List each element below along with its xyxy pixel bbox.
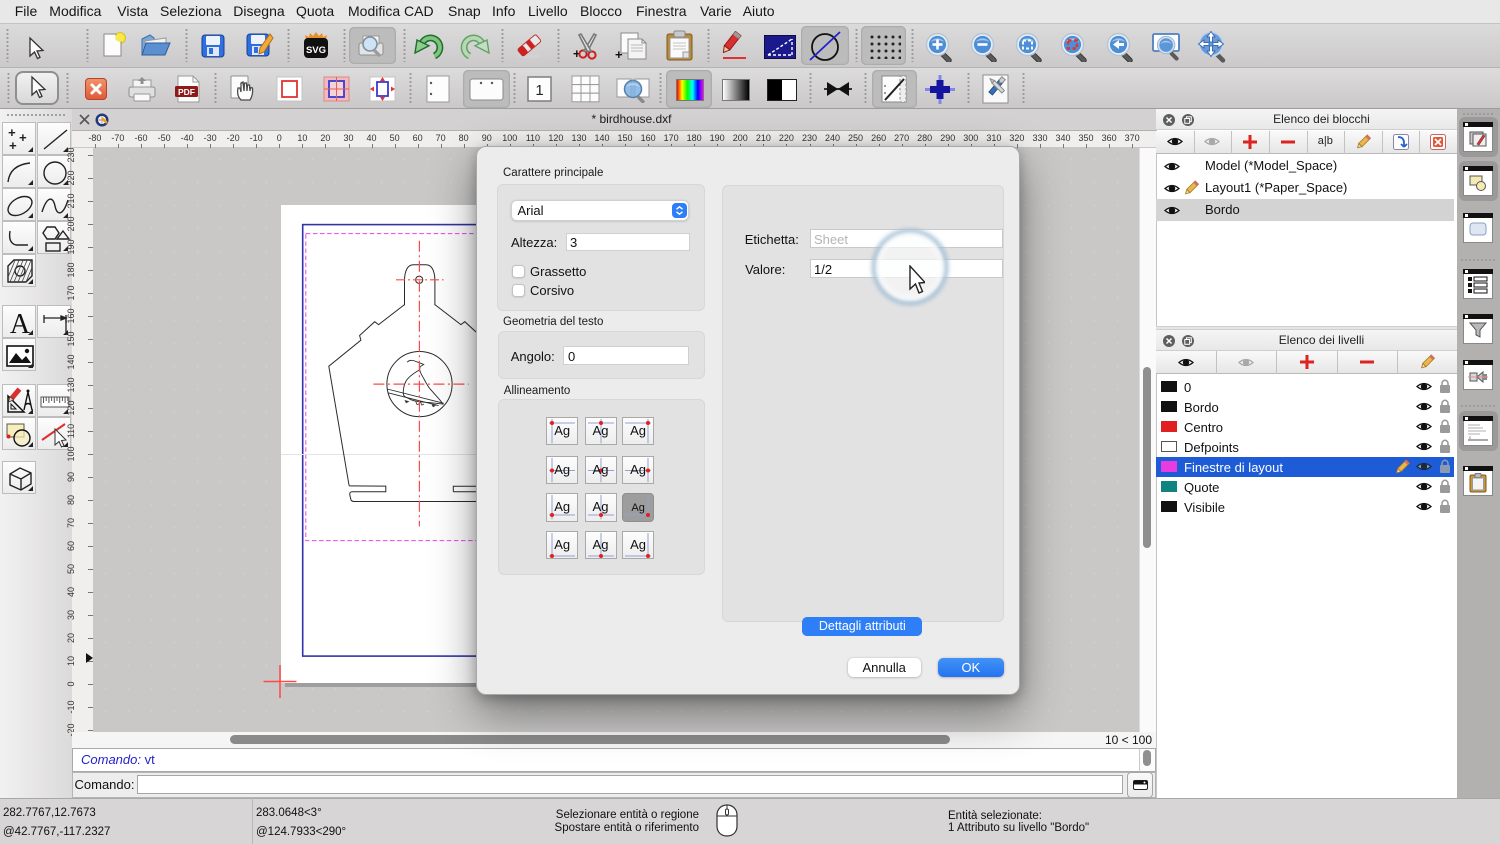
svg-text:PDF: PDF — [178, 87, 195, 97]
svg-text:SVG: SVG — [306, 45, 326, 56]
svg-text:c: c — [1469, 435, 1472, 440]
svg-text:+: + — [615, 47, 623, 61]
svg-text:+: + — [19, 131, 27, 146]
svg-text:+: + — [9, 139, 17, 153]
svg-text:1: 1 — [535, 82, 543, 99]
